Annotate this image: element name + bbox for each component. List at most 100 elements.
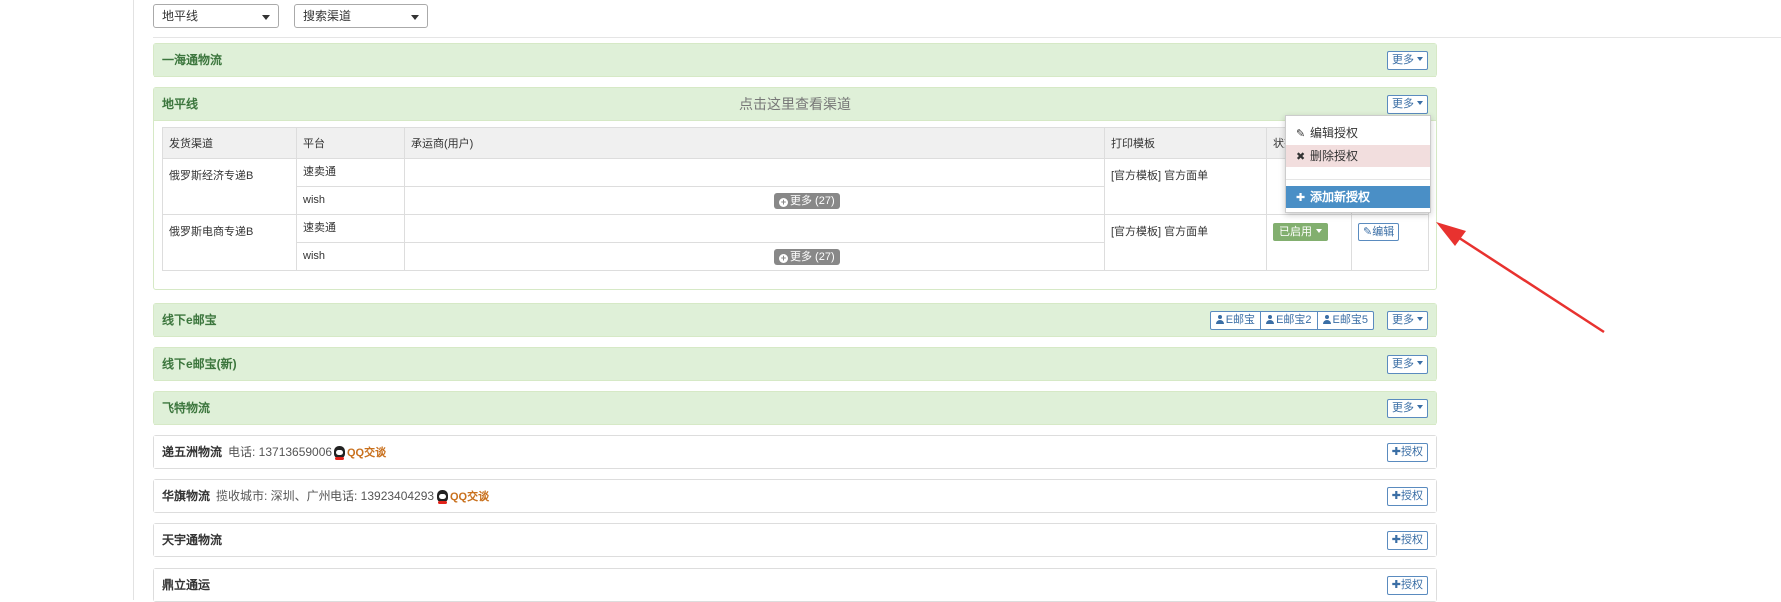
panel-carrier: 鼎立通运 ✚授权 xyxy=(153,568,1437,602)
plus-icon: ✚ xyxy=(1391,534,1401,546)
more-label: 更多 xyxy=(1392,98,1414,110)
channel-cell: 俄罗斯电商专递B xyxy=(162,214,297,271)
template-cell: [官方模板] 官方面单 xyxy=(1104,214,1267,271)
table-header-row: 发货渠道 平台 承运商(用户) 打印模板 状态 xyxy=(162,127,1429,159)
authorize-label: 授权 xyxy=(1401,446,1423,458)
authorize-button[interactable]: ✚授权 xyxy=(1386,487,1428,506)
col-header-carrier: 承运商(用户) xyxy=(404,127,1105,159)
panel-header: 飞特物流 更多 xyxy=(154,392,1436,425)
carrier-cell: + 更多 (27) xyxy=(404,186,1105,215)
qq-chat-link[interactable]: QQ交谈 xyxy=(437,480,489,513)
plus-icon: ✚ xyxy=(1296,192,1306,204)
channel-table: 发货渠道 平台 承运商(用户) 打印模板 状态 俄罗斯经济专递B 速卖通 [官方… xyxy=(162,127,1429,271)
edit-button[interactable]: ✎编辑 xyxy=(1358,223,1400,241)
authorize-button[interactable]: ✚授权 xyxy=(1386,576,1428,595)
col-header-template: 打印模板 xyxy=(1104,127,1267,159)
left-sidebar-area xyxy=(0,0,134,600)
view-channels-link[interactable]: 点击这里查看渠道 xyxy=(154,88,1436,120)
authorize-button[interactable]: ✚授权 xyxy=(1386,531,1428,550)
status-cell: 已启用 xyxy=(1266,214,1352,271)
carrier-name: 华旗物流 xyxy=(162,489,211,503)
more-button[interactable]: 更多 xyxy=(1387,399,1428,418)
more-button[interactable]: 更多 xyxy=(1387,51,1428,70)
pill-label: 更多 (27) xyxy=(790,251,835,263)
plus-icon: ✚ xyxy=(1391,446,1401,458)
panel-title: 一海通物流 xyxy=(162,53,223,67)
qq-chat-link[interactable]: QQ交谈 xyxy=(334,436,386,469)
status-label: 已启用 xyxy=(1279,226,1312,238)
plus-icon: ✚ xyxy=(1391,490,1401,502)
carrier-phone: 电话: 13713659006 xyxy=(228,445,333,459)
authorize-label: 授权 xyxy=(1401,579,1423,591)
panel-header: 递五洲物流 电话: 13713659006 QQ交谈 ✚授权 xyxy=(154,436,1436,468)
edit-label: 编辑 xyxy=(1372,226,1395,238)
account-label: E邮宝2 xyxy=(1276,314,1312,326)
panel-carrier: 华旗物流 揽收城市: 深圳、广州 电话: 13923404293 QQ交谈 ✚授… xyxy=(153,479,1437,513)
col-header-channel: 发货渠道 xyxy=(162,127,297,159)
more-carriers-pill[interactable]: + 更多 (27) xyxy=(774,249,840,265)
menu-divider xyxy=(1286,179,1430,180)
user-icon xyxy=(1266,315,1275,324)
panel-header: 鼎立通运 ✚授权 xyxy=(154,569,1436,601)
authorize-button[interactable]: ✚授权 xyxy=(1386,443,1428,462)
menu-item-edit-auth[interactable]: ✎ 编辑授权 xyxy=(1286,122,1430,144)
carrier-cell xyxy=(404,158,1105,187)
platform-cell: 速卖通 xyxy=(296,158,405,187)
more-label: 更多 xyxy=(1392,314,1414,326)
template-cell: [官方模板] 官方面单 xyxy=(1104,158,1267,215)
carrier-cell xyxy=(404,214,1105,243)
panel-header: 华旗物流 揽收城市: 深圳、广州 电话: 13923404293 QQ交谈 ✚授… xyxy=(154,480,1436,512)
chevron-down-icon xyxy=(1417,317,1423,321)
panel-xianxia-eyoubao-new: 线下e邮宝(新) 更多 xyxy=(153,347,1437,381)
user-icon xyxy=(1322,315,1331,324)
platform-cell: wish xyxy=(296,242,405,271)
plus-circle-icon: + xyxy=(779,253,788,263)
authorize-label: 授权 xyxy=(1401,534,1423,546)
table-row: 俄罗斯经济专递B 速卖通 [官方模板] 官方面单 xyxy=(162,158,1429,215)
menu-item-add-auth[interactable]: ✚ 添加新授权 xyxy=(1286,186,1430,208)
account-button-eyoubao5[interactable]: E邮宝5 xyxy=(1316,311,1374,330)
qq-icon xyxy=(437,490,448,504)
carrier-name: 天宇通物流 xyxy=(162,533,223,547)
divider xyxy=(153,37,1781,38)
panel-title: 飞特物流 xyxy=(162,401,211,415)
account-button-eyoubao2[interactable]: E邮宝2 xyxy=(1260,311,1318,330)
account-label: E邮宝 xyxy=(1225,314,1256,326)
panel-carrier: 递五洲物流 电话: 13713659006 QQ交谈 ✚授权 xyxy=(153,435,1437,469)
carrier-filter-select[interactable]: 地平线 xyxy=(153,4,279,28)
carrier-filter-value: 地平线 xyxy=(162,9,199,23)
status-enabled-button[interactable]: 已启用 xyxy=(1273,223,1328,241)
carrier-phone: 电话: 13923404293 xyxy=(330,489,435,503)
col-header-platform: 平台 xyxy=(296,127,405,159)
account-label: E邮宝5 xyxy=(1332,314,1368,326)
platform-cell: 速卖通 xyxy=(296,214,405,243)
chevron-down-icon xyxy=(411,15,419,20)
plus-circle-icon: + xyxy=(779,197,788,207)
chevron-down-icon xyxy=(1417,405,1423,409)
panel-header: 地平线 点击这里查看渠道 更多 xyxy=(154,88,1436,121)
panel-header: 天宇通物流 ✚授权 xyxy=(154,524,1436,556)
menu-item-label: 删除授权 xyxy=(1310,149,1359,163)
edit-icon: ✎ xyxy=(1363,226,1373,238)
panel-header: 一海通物流 更多 xyxy=(154,44,1436,77)
edit-icon: ✎ xyxy=(1296,128,1306,140)
panel-carrier: 天宇通物流 ✚授权 xyxy=(153,523,1437,557)
platform-cell: wish xyxy=(296,186,405,215)
menu-item-delete-auth[interactable]: ✖ 删除授权 xyxy=(1286,145,1430,167)
panel-title: 线下e邮宝 xyxy=(162,313,217,327)
account-button-eyoubao[interactable]: E邮宝 xyxy=(1209,311,1262,330)
more-carriers-pill[interactable]: + 更多 (27) xyxy=(774,193,840,209)
arrow-shaft xyxy=(1449,230,1605,334)
more-dropdown-menu: ✎ 编辑授权 ✖ 删除授权 ✚ 添加新授权 xyxy=(1285,115,1431,213)
channel-search-select[interactable]: 搜索渠道 xyxy=(294,4,428,28)
more-button[interactable]: 更多 xyxy=(1387,311,1428,330)
more-button[interactable]: 更多 xyxy=(1387,95,1428,114)
carrier-name: 递五洲物流 xyxy=(162,445,223,459)
more-button[interactable]: 更多 xyxy=(1387,355,1428,374)
carrier-name: 鼎立通运 xyxy=(162,578,211,592)
panel-feite: 飞特物流 更多 xyxy=(153,391,1437,425)
arrow-head xyxy=(1436,222,1466,246)
menu-item-label: 编辑授权 xyxy=(1310,126,1359,140)
channel-cell: 俄罗斯经济专递B xyxy=(162,158,297,215)
chevron-down-icon xyxy=(1417,57,1423,61)
